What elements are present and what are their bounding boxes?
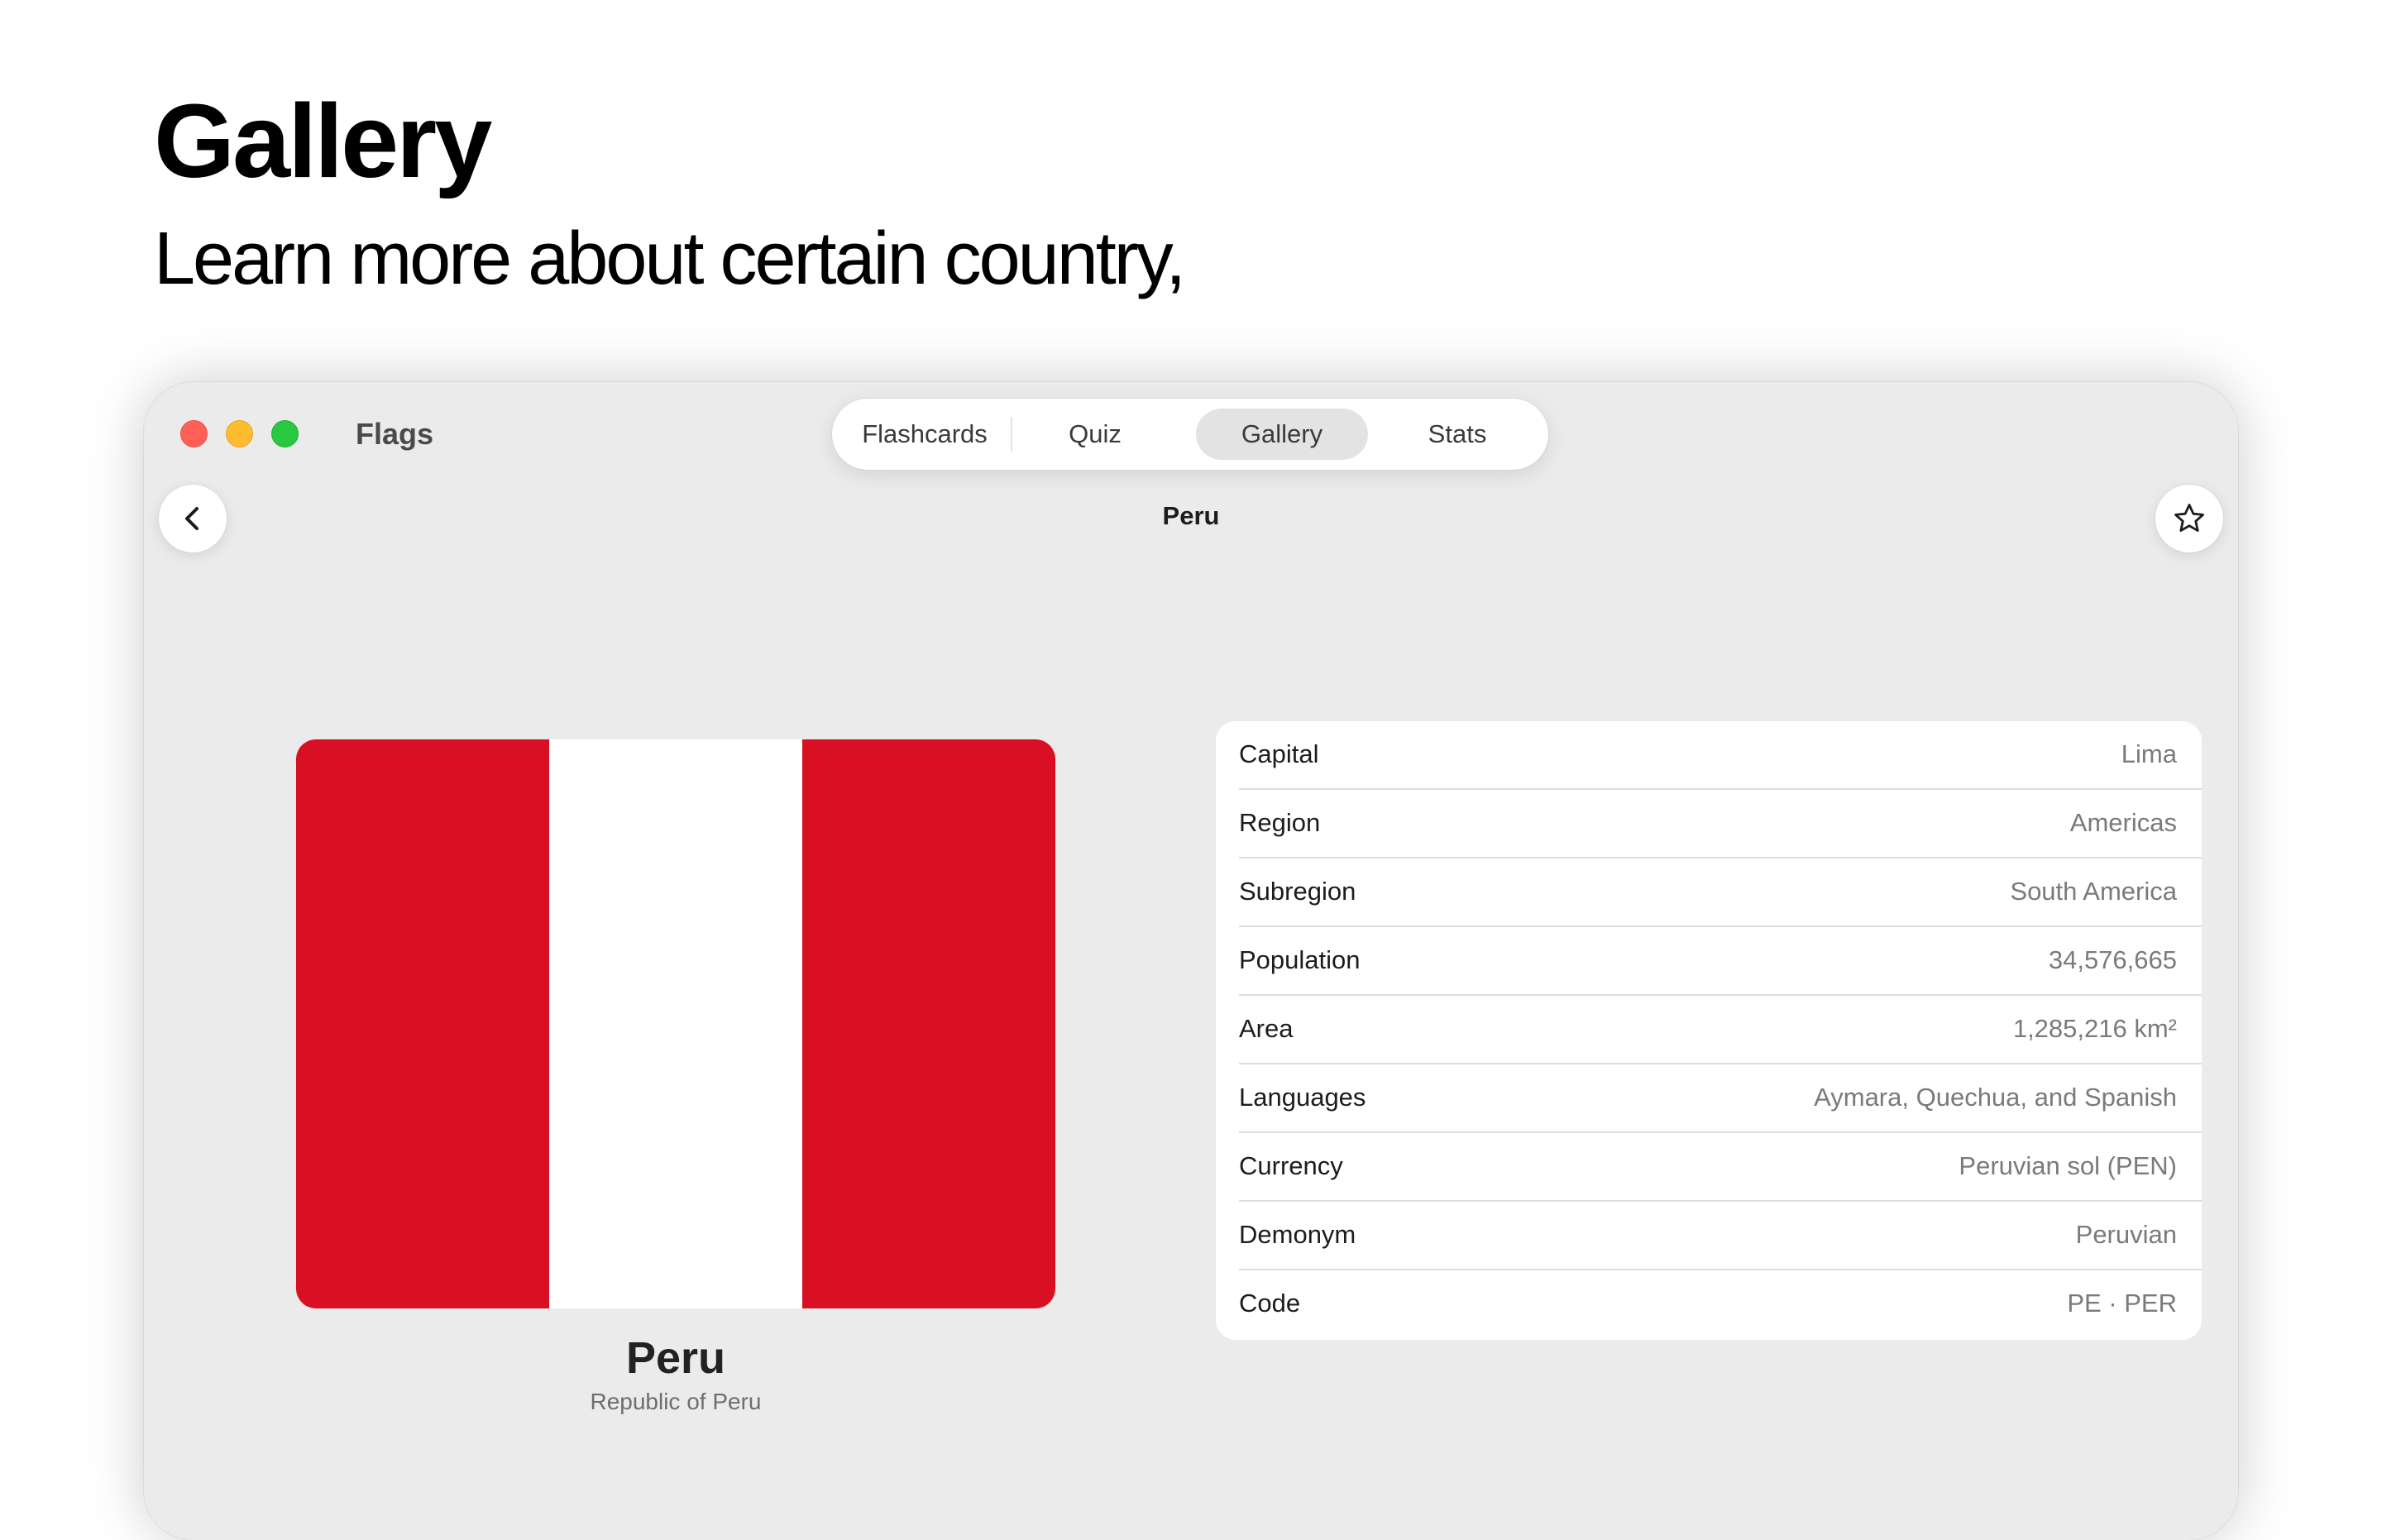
detail-label: Area [1239,1014,1294,1043]
detail-label: Population [1239,945,1361,974]
tab-gallery[interactable]: Gallery [1196,409,1368,460]
detail-row-capital: Capital Lima [1239,721,2202,790]
detail-label: Region [1239,808,1321,837]
flag-stripe-center [549,739,802,1308]
detail-value: Americas [2069,808,2177,837]
hero-title: Gallery [154,83,492,199]
tab-stats[interactable]: Stats [1378,409,1537,460]
favorite-button[interactable] [2155,485,2223,552]
tab-quiz[interactable]: Quiz [1019,409,1171,460]
detail-label: Demonym [1239,1220,1356,1249]
detail-label: Code [1239,1289,1301,1318]
country-details-card: Capital Lima Region Americas Subregion S… [1216,721,2202,1340]
close-window-button[interactable] [180,420,208,447]
app-title: Flags [356,417,434,451]
detail-label: Currency [1239,1151,1343,1180]
detail-row-currency: Currency Peruvian sol (PEN) [1239,1133,2202,1202]
detail-row-demonym: Demonym Peruvian [1239,1202,2202,1270]
detail-value: 1,285,216 km² [2012,1014,2177,1043]
hero-subtitle: Learn more about certain country, [154,218,1186,300]
detail-value: Peruvian [2075,1220,2177,1249]
detail-value: Aymara, Quechua, and Spanish [1814,1083,2177,1112]
tab-flashcards[interactable]: Flashcards [839,409,1011,460]
app-window: Flags Flashcards Quiz Gallery Stats Peru… [144,382,2238,1540]
detail-value: South America [2010,877,2177,906]
tab-bar: Flashcards Quiz Gallery Stats [832,399,1548,470]
detail-value: Lima [2121,739,2177,768]
country-name: Peru [625,1333,726,1383]
detail-row-subregion: Subregion South America [1239,858,2202,927]
detail-label: Capital [1239,739,1319,768]
detail-row-population: Population 34,576,665 [1239,927,2202,996]
detail-row-area: Area 1,285,216 km² [1239,996,2202,1064]
zoom-window-button[interactable] [271,420,299,447]
minimize-window-button[interactable] [226,420,253,447]
detail-row-region: Region Americas [1239,790,2202,858]
nav-title: Peru [1162,501,1220,530]
country-flag [296,739,1055,1308]
detail-value: 34,576,665 [2048,945,2177,974]
flag-stripe-right [802,739,1055,1308]
flag-stripe-left [296,739,549,1308]
detail-row-code: Code PE · PER [1239,1270,2202,1338]
detail-label: Languages [1239,1083,1366,1112]
tab-divider [1011,417,1012,452]
country-official-name: Republic of Peru [590,1389,762,1414]
detail-value: Peruvian sol (PEN) [1959,1151,2177,1180]
back-button[interactable] [159,485,227,552]
detail-label: Subregion [1239,877,1356,906]
detail-row-languages: Languages Aymara, Quechua, and Spanish [1239,1064,2202,1133]
detail-value: PE · PER [2067,1289,2177,1318]
